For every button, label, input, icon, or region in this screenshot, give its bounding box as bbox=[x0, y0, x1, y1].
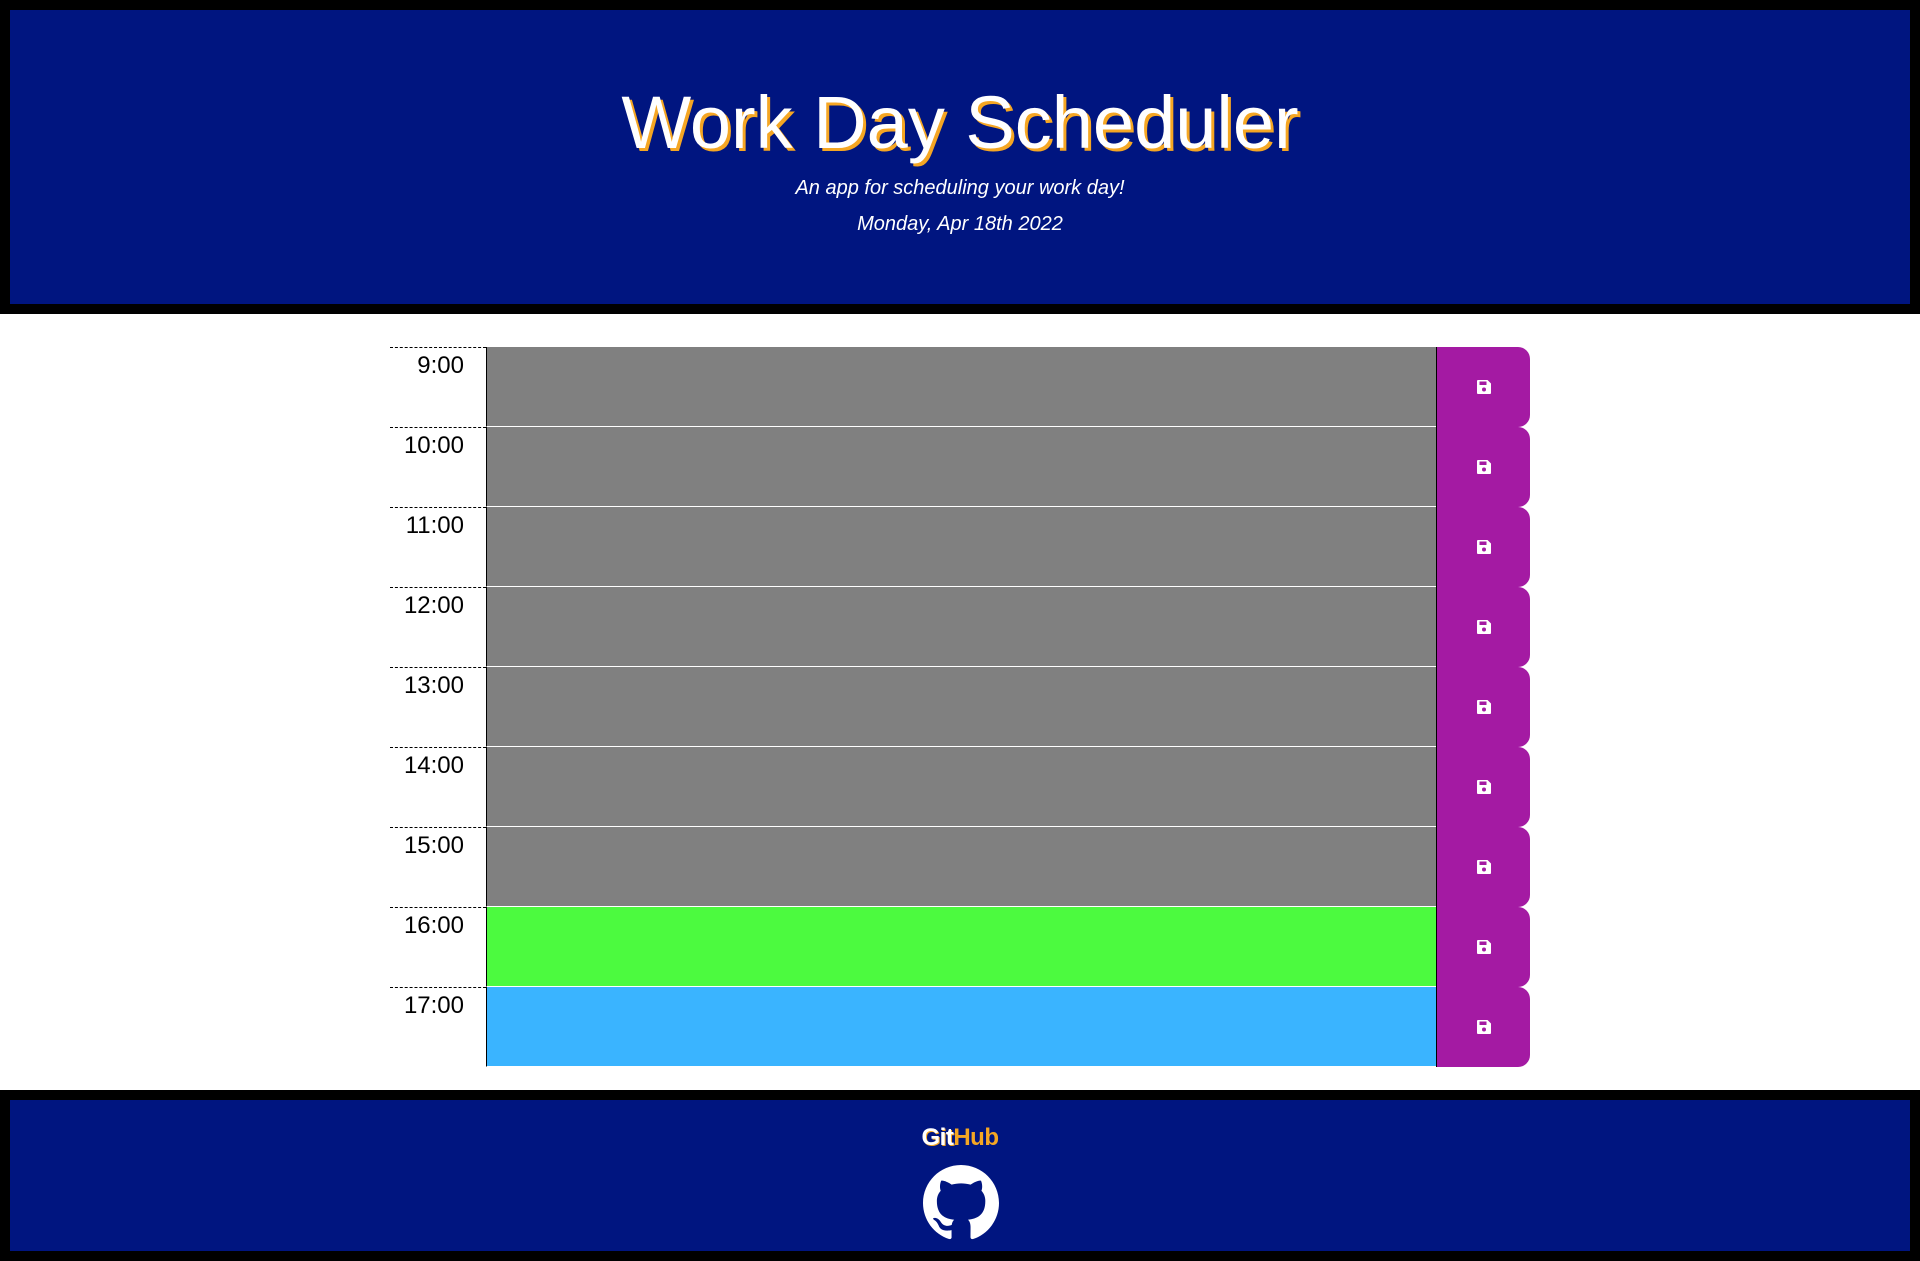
save-button[interactable] bbox=[1436, 347, 1530, 427]
hour-label: 17:00 bbox=[390, 987, 486, 1067]
github-label-hub: Hub bbox=[953, 1124, 999, 1151]
time-block-row: 12:00 bbox=[390, 587, 1530, 667]
task-description-input[interactable] bbox=[486, 987, 1436, 1067]
hour-label: 12:00 bbox=[390, 587, 486, 667]
hour-label: 16:00 bbox=[390, 907, 486, 987]
github-link[interactable]: GitHub bbox=[10, 1124, 1910, 1152]
save-button[interactable] bbox=[1436, 987, 1530, 1067]
page-subtitle: An app for scheduling your work day! bbox=[795, 177, 1125, 199]
hour-label: 14:00 bbox=[390, 747, 486, 827]
page-header: Work Day Scheduler An app for scheduling… bbox=[0, 0, 1920, 314]
floppy-disk-icon bbox=[1476, 619, 1492, 635]
time-block-row: 16:00 bbox=[390, 907, 1530, 987]
current-date: Monday, Apr 18th 2022 bbox=[857, 213, 1063, 235]
save-button[interactable] bbox=[1436, 907, 1530, 987]
page-title: Work Day Scheduler bbox=[621, 81, 1299, 164]
time-block-row: 13:00 bbox=[390, 667, 1530, 747]
time-block-row: 9:00 bbox=[390, 347, 1530, 427]
floppy-disk-icon bbox=[1476, 699, 1492, 715]
github-label-git: Git bbox=[921, 1124, 954, 1151]
page-footer: GitHub bbox=[0, 1090, 1920, 1261]
floppy-disk-icon bbox=[1476, 779, 1492, 795]
save-button[interactable] bbox=[1436, 667, 1530, 747]
hour-label: 15:00 bbox=[390, 827, 486, 907]
hour-label: 13:00 bbox=[390, 667, 486, 747]
task-description-input[interactable] bbox=[486, 667, 1436, 747]
task-description-input[interactable] bbox=[486, 427, 1436, 507]
github-icon[interactable] bbox=[923, 1165, 999, 1241]
floppy-disk-icon bbox=[1476, 939, 1492, 955]
time-block-row: 10:00 bbox=[390, 427, 1530, 507]
save-button[interactable] bbox=[1436, 827, 1530, 907]
floppy-disk-icon bbox=[1476, 379, 1492, 395]
save-button[interactable] bbox=[1436, 507, 1530, 587]
floppy-disk-icon bbox=[1476, 459, 1492, 475]
task-description-input[interactable] bbox=[486, 587, 1436, 667]
time-block-row: 17:00 bbox=[390, 987, 1530, 1067]
hour-label: 10:00 bbox=[390, 427, 486, 507]
time-block-row: 14:00 bbox=[390, 747, 1530, 827]
save-button[interactable] bbox=[1436, 427, 1530, 507]
time-block-row: 11:00 bbox=[390, 507, 1530, 587]
save-button[interactable] bbox=[1436, 587, 1530, 667]
save-button[interactable] bbox=[1436, 747, 1530, 827]
task-description-input[interactable] bbox=[486, 907, 1436, 987]
task-description-input[interactable] bbox=[486, 507, 1436, 587]
floppy-disk-icon bbox=[1476, 539, 1492, 555]
time-block-row: 15:00 bbox=[390, 827, 1530, 907]
task-description-input[interactable] bbox=[486, 347, 1436, 427]
task-description-input[interactable] bbox=[486, 827, 1436, 907]
task-description-input[interactable] bbox=[486, 747, 1436, 827]
hour-label: 11:00 bbox=[390, 507, 486, 587]
schedule-container: 9:00 10:00 11:00 12:00 13:00 14:00 15:00 16:00 1… bbox=[390, 347, 1530, 1067]
hour-label: 9:00 bbox=[390, 347, 486, 427]
floppy-disk-icon bbox=[1476, 859, 1492, 875]
floppy-disk-icon bbox=[1476, 1019, 1492, 1035]
